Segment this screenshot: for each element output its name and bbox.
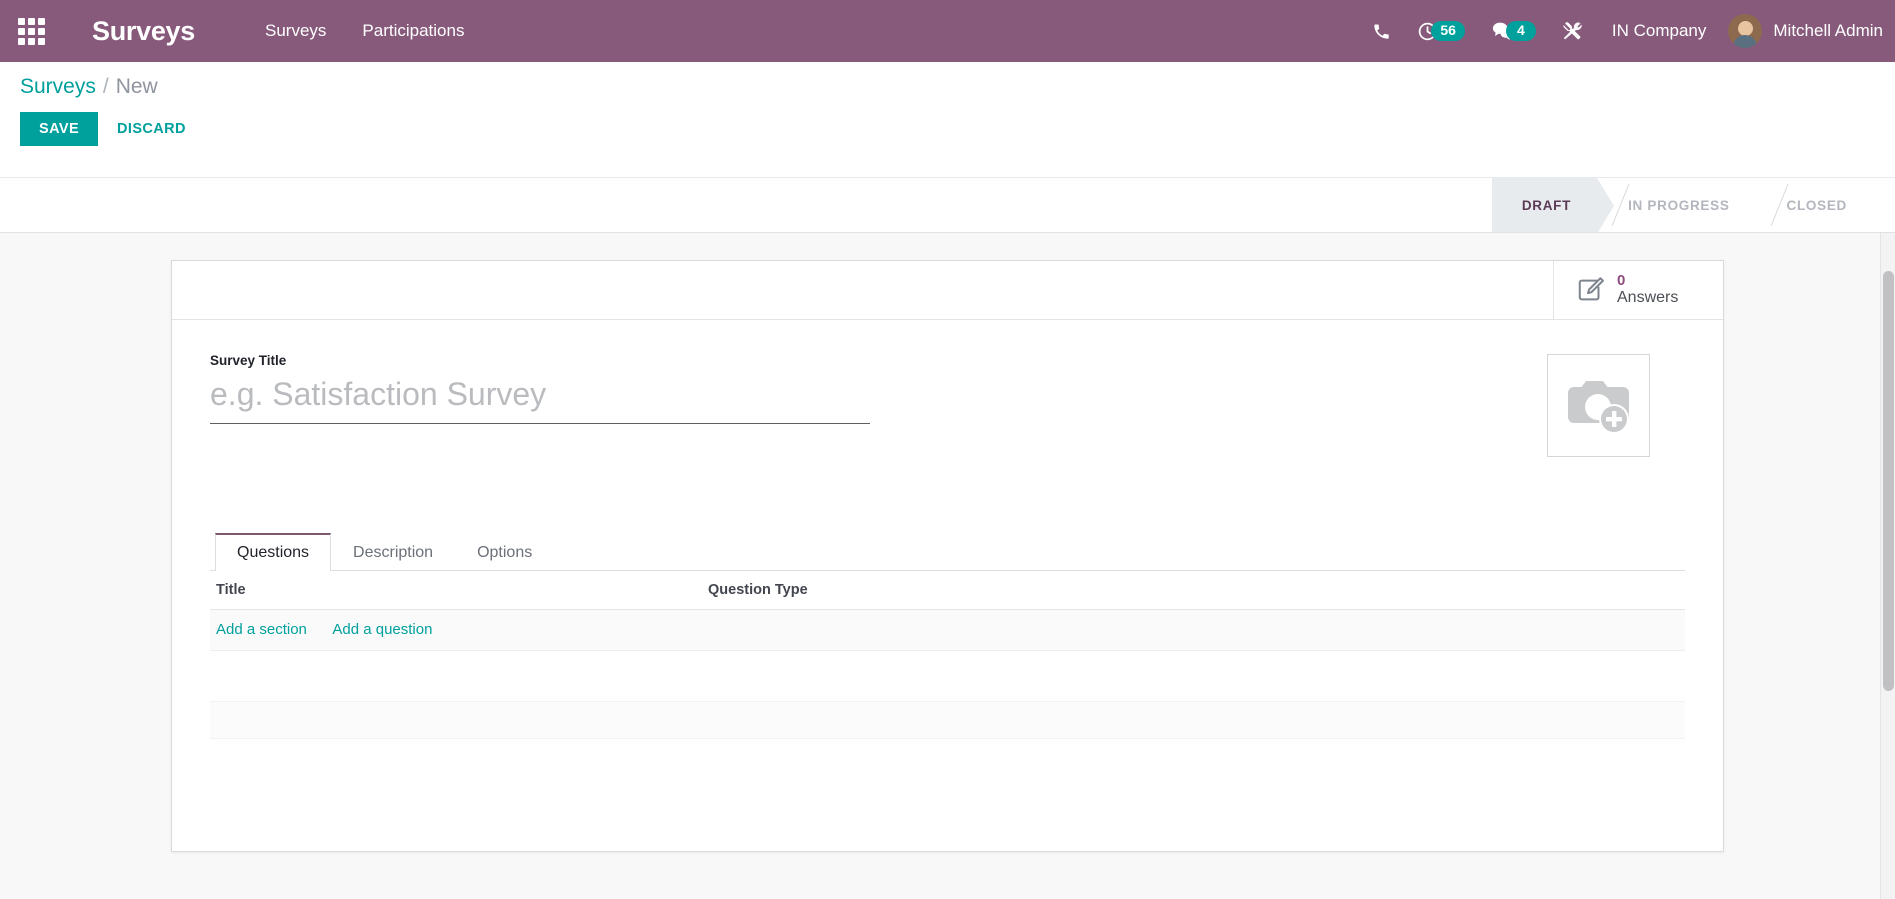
navbar-right-group: 56 4 IN Company Mitchell Admin: [1359, 0, 1895, 62]
stage-closed[interactable]: CLOSED: [1757, 178, 1873, 232]
avatar: [1728, 14, 1763, 48]
answers-count: 0: [1617, 271, 1626, 289]
add-row-cell: Add a section Add a question: [210, 609, 1685, 651]
tab-bottom-padding: [210, 739, 1685, 851]
survey-title-input[interactable]: [210, 374, 870, 424]
stage-in-progress-label: IN PROGRESS: [1628, 197, 1730, 213]
form-sheet: 0 Answers Survey Title e.g. Satisfaction…: [171, 260, 1724, 852]
app-brand-surveys[interactable]: Surveys: [92, 16, 195, 47]
questions-table-head: Title Question Type: [210, 571, 1685, 610]
developer-tools-icon: [1562, 21, 1583, 42]
statusbar-row: DRAFT IN PROGRESS CLOSED: [0, 178, 1895, 234]
camera-add-icon: [1563, 375, 1635, 437]
answers-label: Answers: [1617, 289, 1679, 307]
sheet-wrapper: 0 Answers Survey Title e.g. Satisfaction…: [0, 233, 1895, 852]
activity-menu-button[interactable]: 56: [1404, 0, 1478, 62]
apps-menu-toggle[interactable]: [8, 8, 54, 54]
stat-button-box: 0 Answers: [172, 261, 1723, 320]
title-row: Survey Title: [210, 346, 1685, 457]
table-header-row: Title Question Type: [210, 571, 1685, 610]
user-name-label: Mitchell Admin: [1773, 21, 1883, 40]
scrollbar-thumb[interactable]: [1883, 271, 1894, 691]
sheet-inner: Survey Title e.g. Satisfaction Survey Qu…: [172, 320, 1723, 851]
top-navbar: Surveys Surveys Participations 56 4 IN C…: [0, 0, 1895, 62]
discard-button[interactable]: DISCARD: [98, 112, 205, 146]
stage-draft[interactable]: DRAFT: [1491, 178, 1615, 234]
control-panel: Surveys / New SAVE DISCARD: [0, 62, 1895, 178]
breadcrumb-item-current: New: [115, 75, 158, 98]
user-menu[interactable]: Mitchell Admin: [1722, 14, 1895, 48]
apps-grid-icon: [17, 17, 45, 45]
statusbar: DRAFT IN PROGRESS CLOSED: [1491, 178, 1895, 234]
developer-tools-button[interactable]: [1549, 0, 1596, 62]
empty-row-band: [210, 701, 1685, 739]
form-scroll-area: 0 Answers Survey Title e.g. Satisfaction…: [0, 233, 1895, 899]
title-column: Survey Title: [210, 346, 1547, 424]
column-header-title: Title: [210, 571, 700, 610]
stage-in-progress[interactable]: IN PROGRESS: [1598, 178, 1755, 232]
main-nav-menu: Surveys Participations: [247, 13, 482, 49]
answers-stat-text: 0 Answers: [1617, 272, 1678, 309]
breadcrumb: Surveys / New: [20, 75, 1875, 99]
tab-description[interactable]: Description: [331, 533, 455, 571]
vertical-scrollbar[interactable]: [1880, 233, 1895, 899]
tab-pane-questions: Title Question Type Add a section Add a …: [210, 571, 1685, 851]
activity-count-badge: 56: [1431, 20, 1465, 42]
add-a-section-link[interactable]: Add a section: [216, 621, 307, 638]
control-panel-buttons: SAVE DISCARD: [20, 112, 1875, 146]
survey-title-label: Survey Title: [210, 353, 287, 368]
edit-square-icon: [1576, 275, 1606, 305]
messaging-menu-button[interactable]: 4: [1478, 0, 1549, 62]
breadcrumb-separator: /: [102, 75, 109, 98]
add-row: Add a section Add a question: [210, 609, 1685, 651]
save-button[interactable]: SAVE: [20, 112, 99, 146]
phone-button[interactable]: [1359, 0, 1404, 62]
notebook-tabs: Questions Description Options: [210, 533, 1685, 571]
breadcrumb-item-surveys[interactable]: Surveys: [20, 75, 96, 99]
tab-options[interactable]: Options: [455, 533, 554, 571]
stage-draft-label: DRAFT: [1521, 197, 1572, 213]
questions-table-body: Add a section Add a question: [210, 609, 1685, 651]
phone-icon: [1372, 22, 1391, 41]
messages-count-badge: 4: [1505, 20, 1536, 42]
answers-stat-button[interactable]: 0 Answers: [1553, 261, 1723, 319]
column-header-question-type: Question Type: [700, 571, 1685, 610]
add-a-question-link[interactable]: Add a question: [332, 621, 432, 638]
company-switcher[interactable]: IN Company: [1596, 21, 1722, 41]
nav-item-participations[interactable]: Participations: [344, 13, 482, 49]
questions-table: Title Question Type Add a section Add a …: [210, 571, 1685, 651]
tab-questions[interactable]: Questions: [215, 533, 332, 571]
survey-image-upload[interactable]: [1547, 354, 1650, 457]
notebook: Questions Description Options Title Ques…: [210, 533, 1685, 851]
stage-closed-label: CLOSED: [1786, 197, 1847, 213]
nav-item-surveys[interactable]: Surveys: [247, 13, 344, 49]
